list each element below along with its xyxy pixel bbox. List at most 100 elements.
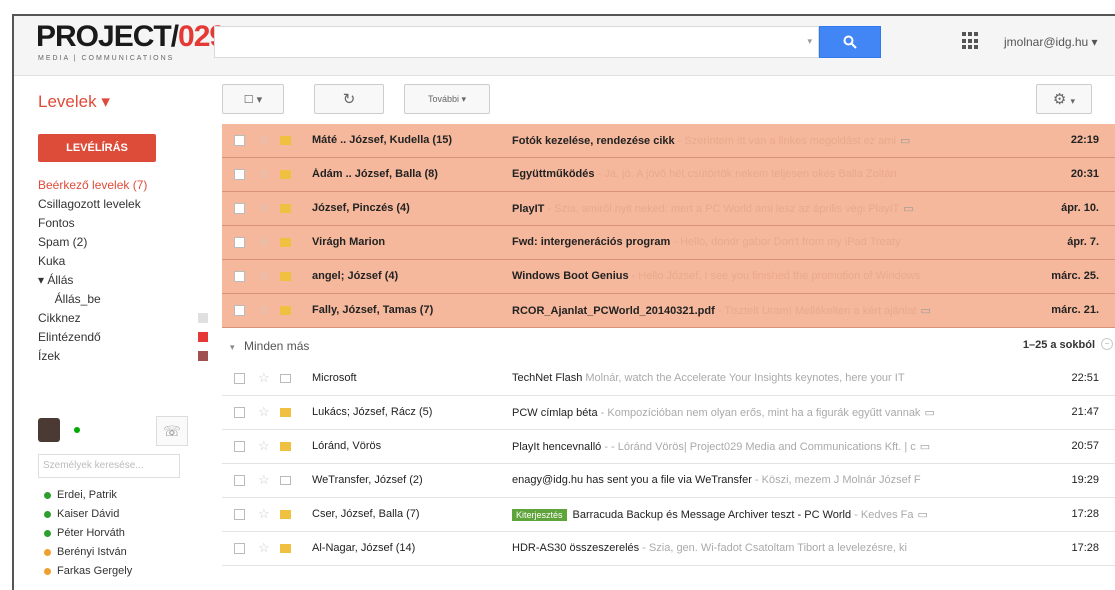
row-checkbox[interactable] [234, 203, 245, 214]
star-icon[interactable]: ☆ [258, 200, 270, 216]
star-icon[interactable]: ☆ [258, 404, 270, 420]
contact-item[interactable]: Kaiser Dávid [44, 505, 132, 524]
star-icon[interactable]: ☆ [258, 166, 270, 182]
row-checkbox[interactable] [234, 305, 245, 316]
status-dot-icon[interactable] [74, 427, 80, 433]
search-options-icon[interactable]: ▾ [807, 36, 812, 47]
row-checkbox[interactable] [234, 237, 245, 248]
select-checkbox-menu[interactable]: ☐ ▾ [222, 84, 284, 114]
label-color-swatch[interactable] [198, 313, 208, 323]
table-row[interactable]: ☆ Ádám .. József, Balla (8) Együttműködés … [222, 158, 1115, 192]
contact-item[interactable]: Erdei, Patrik [44, 486, 132, 505]
avatar[interactable] [38, 418, 60, 442]
mail-switcher[interactable]: Levelek ▾ [38, 92, 110, 112]
logo-subtitle: MEDIA | COMMUNICATIONS [38, 55, 175, 62]
star-icon[interactable]: ☆ [258, 472, 270, 488]
row-checkbox[interactable] [234, 373, 245, 384]
star-icon[interactable]: ☆ [258, 506, 270, 522]
label-color-swatch[interactable] [198, 351, 208, 361]
contact-name: Erdei, Patrik [57, 489, 117, 501]
importance-marker-icon[interactable] [280, 442, 291, 451]
importance-marker-icon[interactable] [280, 136, 291, 145]
search-input[interactable]: ▾ [214, 26, 819, 58]
importance-marker-icon[interactable] [280, 170, 291, 179]
row-checkbox[interactable] [234, 407, 245, 418]
star-icon[interactable]: ☆ [258, 132, 270, 148]
importance-marker-icon[interactable] [280, 544, 291, 553]
star-icon[interactable]: ☆ [258, 370, 270, 386]
timestamp: 20:31 [1070, 168, 1099, 180]
table-row[interactable]: ☆ Microsoft TechNet Flash Molnár, watch th… [222, 362, 1115, 396]
contact-item[interactable]: Berényi István [44, 543, 132, 562]
importance-marker-icon[interactable] [280, 510, 291, 519]
snippet: - Szerintem itt van a linkes megoldást e… [674, 135, 896, 147]
settings-button[interactable]: ⚙ ▾ [1036, 84, 1092, 114]
sidebar-item[interactable]: Ízek [38, 347, 208, 366]
label-tag[interactable]: Kiterjesztés [512, 509, 567, 521]
sidebar-item[interactable]: Beérkező levelek (7) [38, 176, 208, 195]
apps-grid-icon[interactable] [962, 32, 980, 50]
row-checkbox[interactable] [234, 543, 245, 554]
importance-marker-icon[interactable] [280, 272, 291, 281]
new-chat-button[interactable]: ☏ [156, 416, 188, 446]
pagination-range[interactable]: 1–25 a sokból [1023, 339, 1095, 351]
subject: PlayIT [512, 203, 545, 215]
sidebar-item[interactable]: Kuka [38, 252, 208, 271]
importance-marker-icon[interactable] [280, 374, 291, 383]
table-row[interactable]: ☆ Lóránd, Vörös PlayIt hencevnalló - - Lór… [222, 430, 1115, 464]
row-checkbox[interactable] [234, 169, 245, 180]
refresh-button[interactable]: ↻ [314, 84, 384, 114]
table-row[interactable]: ☆ Máté .. József, Kudella (15) Fotók kezel… [222, 124, 1115, 158]
row-checkbox[interactable] [234, 135, 245, 146]
table-row[interactable]: ☆ Lukács; József, Rácz (5) PCW címlap béta… [222, 396, 1115, 430]
star-icon[interactable]: ☆ [258, 540, 270, 556]
sender: Microsoft [312, 372, 357, 384]
top-bar: PROJECT/029 MEDIA | COMMUNICATIONS ▾ jmo… [14, 16, 1115, 76]
more-button[interactable]: További ▾ [404, 84, 490, 114]
attachment-icon: ▭ [924, 407, 935, 419]
sidebar-item[interactable]: Cikknez [38, 309, 208, 328]
sidebar-item[interactable]: ▾ Állás [38, 271, 208, 290]
importance-marker-icon[interactable] [280, 204, 291, 213]
row-checkbox[interactable] [234, 441, 245, 452]
people-search-input[interactable]: Személyek keresése... [38, 454, 180, 478]
sidebar-item[interactable]: Spam (2) [38, 233, 208, 252]
importance-marker-icon[interactable] [280, 238, 291, 247]
star-icon[interactable]: ☆ [258, 438, 270, 454]
timestamp: ápr. 10. [1061, 202, 1099, 214]
sender: Máté .. József, Kudella (15) [312, 134, 452, 146]
importance-marker-icon[interactable] [280, 476, 291, 485]
row-checkbox[interactable] [234, 271, 245, 282]
search-button[interactable] [819, 26, 881, 58]
table-row[interactable]: ☆ Al-Nagar, József (14) HDR-AS30 összeszer… [222, 532, 1115, 566]
importance-marker-icon[interactable] [280, 306, 291, 315]
table-row[interactable]: ☆ WeTransfer, József (2) enagy@idg.hu has … [222, 464, 1115, 498]
table-row[interactable]: ☆ Cser, József, Balla (7) Kiterjesztés Barr… [222, 498, 1115, 532]
sidebar-item[interactable]: Elintézendő [38, 328, 208, 347]
importance-marker-icon[interactable] [280, 408, 291, 417]
star-icon[interactable]: ☆ [258, 302, 270, 318]
compose-button[interactable]: LEVÉLÍRÁS [38, 134, 156, 162]
star-icon[interactable]: ☆ [258, 268, 270, 284]
sidebar-item[interactable]: Csillagozott levelek [38, 195, 208, 214]
section-title[interactable]: Minden más [244, 339, 309, 353]
subject: Fwd: intergenerációs program [512, 236, 671, 248]
logo[interactable]: PROJECT/029 [36, 22, 226, 52]
table-row[interactable]: ☆ angel; József (4) Windows Boot Genius - … [222, 260, 1115, 294]
table-row[interactable]: ☆ József, Pinczés (4) PlayIT - Szia, amirő… [222, 192, 1115, 226]
sidebar-item[interactable]: Állás_be [38, 290, 208, 309]
sidebar-item[interactable]: Fontos [38, 214, 208, 233]
minus-icon[interactable]: − [1101, 338, 1113, 350]
table-row[interactable]: ☆ Virágh Marion Fwd: intergenerációs progr… [222, 226, 1115, 260]
collapse-icon[interactable]: ▾ [230, 342, 235, 353]
sender: József, Pinczés (4) [312, 202, 410, 214]
row-checkbox[interactable] [234, 475, 245, 486]
account-menu[interactable]: jmolnar@idg.hu ▾ [1004, 35, 1098, 49]
table-row[interactable]: ☆ Fally, József, Tamas (7) RCOR_Ajanlat_PC… [222, 294, 1115, 328]
contact-item[interactable]: Farkas Gergely [44, 562, 132, 581]
row-checkbox[interactable] [234, 509, 245, 520]
label-color-swatch[interactable] [198, 332, 208, 342]
star-icon[interactable]: ☆ [258, 234, 270, 250]
contact-item[interactable]: Péter Horváth [44, 524, 132, 543]
sender: Lóránd, Vörös [312, 440, 382, 452]
